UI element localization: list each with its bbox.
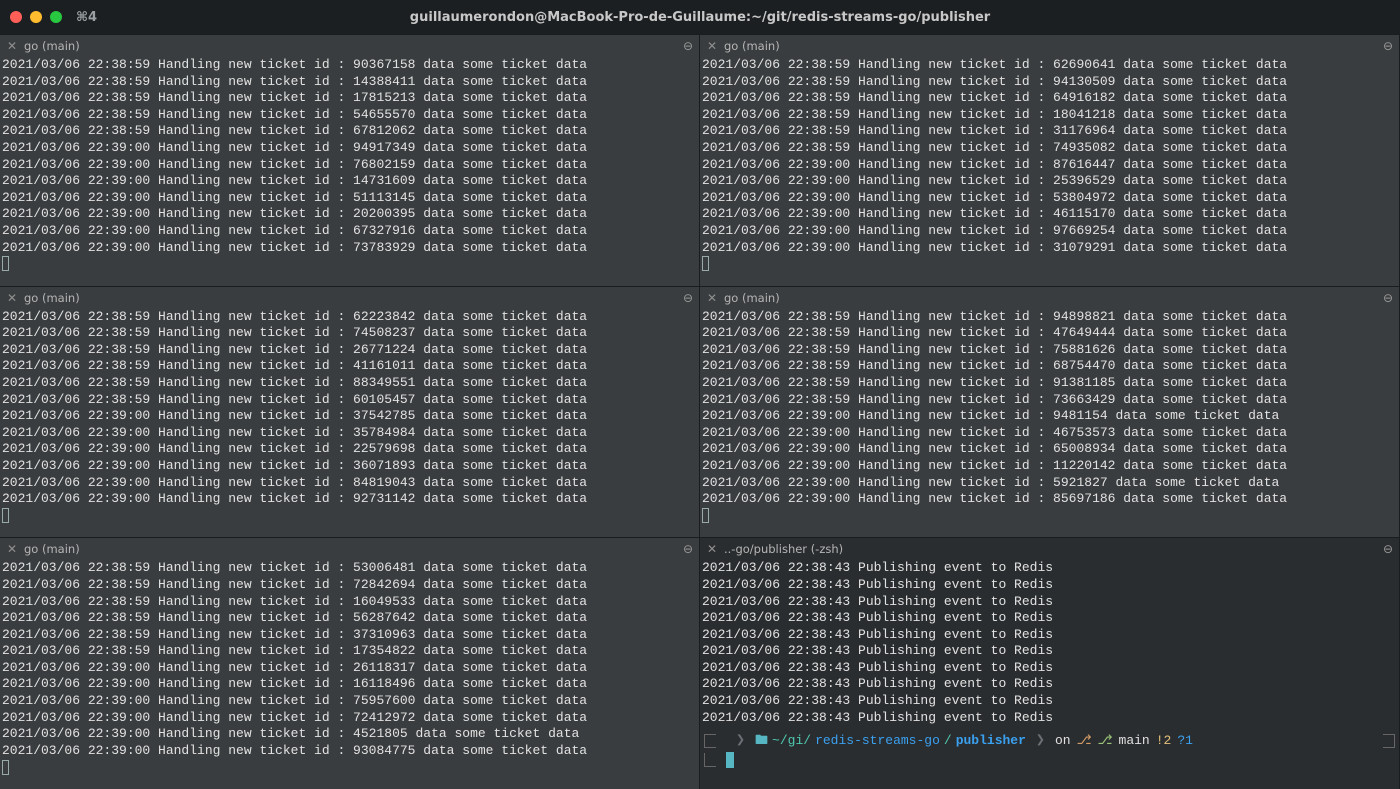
- prompt-dirty: !2: [1156, 732, 1172, 750]
- tab-title[interactable]: ..-go/publisher (-zsh): [724, 542, 843, 556]
- terminal-output[interactable]: 2021/03/06 22:38:59 Handling new ticket …: [0, 309, 699, 538]
- close-window-button[interactable]: [10, 11, 22, 23]
- tab-title[interactable]: go (main): [24, 291, 80, 305]
- pane-menu-icon[interactable]: ⊖: [683, 542, 693, 556]
- pane-bottom-left: ✕ go (main) ⊖ 2021/03/06 22:38:59 Handli…: [0, 537, 700, 789]
- cursor: [2, 760, 9, 775]
- pane-menu-icon[interactable]: ⊖: [1383, 542, 1393, 556]
- chevron-right-icon: ❯: [736, 732, 745, 750]
- minimize-window-button[interactable]: [30, 11, 42, 23]
- pane-menu-icon[interactable]: ⊖: [1383, 291, 1393, 305]
- pane-menu-icon[interactable]: ⊖: [1383, 39, 1393, 53]
- pane-mid-right: ✕ go (main) ⊖ 2021/03/06 22:38:59 Handli…: [700, 286, 1400, 538]
- close-icon[interactable]: ✕: [706, 39, 718, 53]
- pane-menu-icon[interactable]: ⊖: [683, 39, 693, 53]
- folder-icon: 🖿: [755, 732, 768, 750]
- prompt-branch: main: [1119, 732, 1150, 750]
- titlebar-hotkey: ⌘4: [76, 10, 97, 25]
- traffic-lights: [10, 11, 62, 23]
- pane-top-left: ✕ go (main) ⊖ 2021/03/06 22:38:59 Handli…: [0, 34, 700, 286]
- terminal-output[interactable]: 2021/03/06 22:38:59 Handling new ticket …: [0, 57, 699, 286]
- pane-menu-icon[interactable]: ⊖: [683, 291, 693, 305]
- prompt-untracked: ?1: [1177, 732, 1193, 750]
- prompt-right-decoration: [1383, 734, 1395, 748]
- chevron-right-icon: ❯: [1036, 732, 1045, 750]
- cursor: [702, 508, 709, 523]
- pane-header: ✕ go (main) ⊖: [0, 538, 699, 560]
- shell-prompt[interactable]: ❯ 🖿 ~/gi/redis-streams-go/publisher ❯ on…: [700, 726, 1399, 750]
- close-icon[interactable]: ✕: [6, 542, 18, 556]
- prompt-left-decoration: [704, 734, 716, 748]
- close-icon[interactable]: ✕: [6, 291, 18, 305]
- close-icon[interactable]: ✕: [706, 291, 718, 305]
- tab-title[interactable]: go (main): [724, 291, 780, 305]
- window-title: guillaumerondon@MacBook-Pro-de-Guillaume…: [0, 10, 1400, 25]
- terminal-output[interactable]: 2021/03/06 22:38:59 Handling new ticket …: [700, 309, 1399, 538]
- cursor: [2, 508, 9, 523]
- pane-top-right: ✕ go (main) ⊖ 2021/03/06 22:38:59 Handli…: [700, 34, 1400, 286]
- prompt-path-prefix: ~/gi/: [772, 732, 811, 750]
- tab-title[interactable]: go (main): [724, 39, 780, 53]
- close-icon[interactable]: ✕: [706, 542, 718, 556]
- fullscreen-window-button[interactable]: [50, 11, 62, 23]
- github-icon: ⎇: [1077, 732, 1092, 750]
- terminal-output[interactable]: 2021/03/06 22:38:59 Handling new ticket …: [0, 560, 699, 789]
- prompt-path-leaf: publisher: [956, 732, 1026, 750]
- tab-title[interactable]: go (main): [24, 39, 80, 53]
- branch-icon: ⎇: [1098, 732, 1113, 750]
- cursor: [702, 256, 709, 271]
- pane-mid-left: ✕ go (main) ⊖ 2021/03/06 22:38:59 Handli…: [0, 286, 700, 538]
- terminal-output[interactable]: 2021/03/06 22:38:43 Publishing event to …: [700, 560, 1399, 789]
- terminal-output[interactable]: 2021/03/06 22:38:59 Handling new ticket …: [700, 57, 1399, 286]
- titlebar: ⌘4 guillaumerondon@MacBook-Pro-de-Guilla…: [0, 0, 1400, 34]
- pane-grid: ✕ go (main) ⊖ 2021/03/06 22:38:59 Handli…: [0, 34, 1400, 789]
- cursor: [2, 256, 9, 271]
- close-icon[interactable]: ✕: [6, 39, 18, 53]
- pane-header: ✕ go (main) ⊖: [700, 35, 1399, 57]
- shell-prompt-line2[interactable]: [700, 750, 1399, 768]
- prompt-on: on: [1055, 732, 1071, 750]
- pane-header: ✕ go (main) ⊖: [0, 35, 699, 57]
- pane-header: ✕ go (main) ⊖: [0, 287, 699, 309]
- tab-title[interactable]: go (main): [24, 542, 80, 556]
- cursor: [726, 752, 734, 768]
- pane-header: ✕ ..-go/publisher (-zsh) ⊖: [700, 538, 1399, 560]
- prompt-left-decoration: [704, 753, 716, 767]
- prompt-path-repo: redis-streams-go: [815, 732, 940, 750]
- pane-bottom-right: ✕ ..-go/publisher (-zsh) ⊖ 2021/03/06 22…: [700, 537, 1400, 789]
- pane-header: ✕ go (main) ⊖: [700, 287, 1399, 309]
